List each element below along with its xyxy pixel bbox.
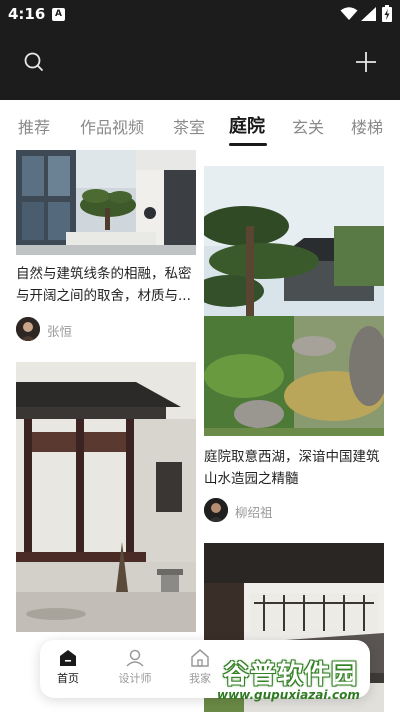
avatar <box>204 498 228 522</box>
card-title-2[interactable]: 庭院取意西湖，深谙中国建筑山水造园之精髓 <box>204 446 384 490</box>
tab-stairs[interactable]: 楼梯 <box>351 114 383 138</box>
card-image-modern-courtyard[interactable] <box>16 150 196 255</box>
nav-designer[interactable]: 设计师 <box>107 648 163 692</box>
site-watermark: 谷普软件园 www.gupuxiazai.com <box>215 650 400 712</box>
tab-recommend[interactable]: 推荐 <box>18 114 50 138</box>
tab-entrance[interactable]: 玄关 <box>292 114 324 138</box>
card-author-2[interactable]: 柳绍祖 <box>204 498 354 522</box>
notification-app-icon: A <box>52 8 65 21</box>
top-bar: 4:16 A <box>0 0 400 100</box>
tab-tea-room[interactable]: 茶室 <box>173 114 205 138</box>
card-author-1[interactable]: 张恒 <box>16 317 166 341</box>
plus-icon[interactable] <box>354 50 378 74</box>
category-tabs: 推荐 作品视频 茶室 庭院 玄关 楼梯 <box>0 100 400 150</box>
card-title-1[interactable]: 自然与建筑线条的相融，私密与开阔之间的取舍，材质与... <box>16 263 196 307</box>
wifi-icon <box>340 7 358 20</box>
nav-label-designer: 设计师 <box>118 672 152 685</box>
signal-icon <box>361 7 376 21</box>
tab-courtyard[interactable]: 庭院 <box>229 112 265 138</box>
content-feed[interactable]: 自然与建筑线条的相融，私密与开阔之间的取舍，材质与... 张恒 庭院取意西湖，深… <box>0 150 400 712</box>
house-icon <box>191 649 209 667</box>
active-tab-indicator <box>229 143 267 146</box>
author-name: 柳绍祖 <box>235 505 273 520</box>
status-time: 4:16 <box>8 5 46 23</box>
card-image-pavilion-courtyard[interactable] <box>16 362 196 632</box>
search-icon[interactable] <box>22 50 46 74</box>
watermark-title: 谷普软件园 <box>223 660 359 690</box>
status-bar: 4:16 A <box>0 0 400 28</box>
author-name: 张恒 <box>47 324 73 339</box>
app-screen: 4:16 A 推荐 作品视频 茶室 庭院 玄关 楼梯 自然与建筑线条的相融，私密… <box>0 0 400 712</box>
card-image-west-lake-garden[interactable] <box>204 166 384 436</box>
designer-icon <box>126 649 144 667</box>
avatar <box>16 317 40 341</box>
nav-label-home: 首页 <box>57 672 79 685</box>
battery-icon <box>382 5 392 22</box>
watermark-url: www.gupuxiazai.com <box>217 688 360 702</box>
tab-works-video[interactable]: 作品视频 <box>80 114 144 138</box>
home-icon <box>60 650 76 666</box>
nav-home[interactable]: 首页 <box>40 648 96 692</box>
